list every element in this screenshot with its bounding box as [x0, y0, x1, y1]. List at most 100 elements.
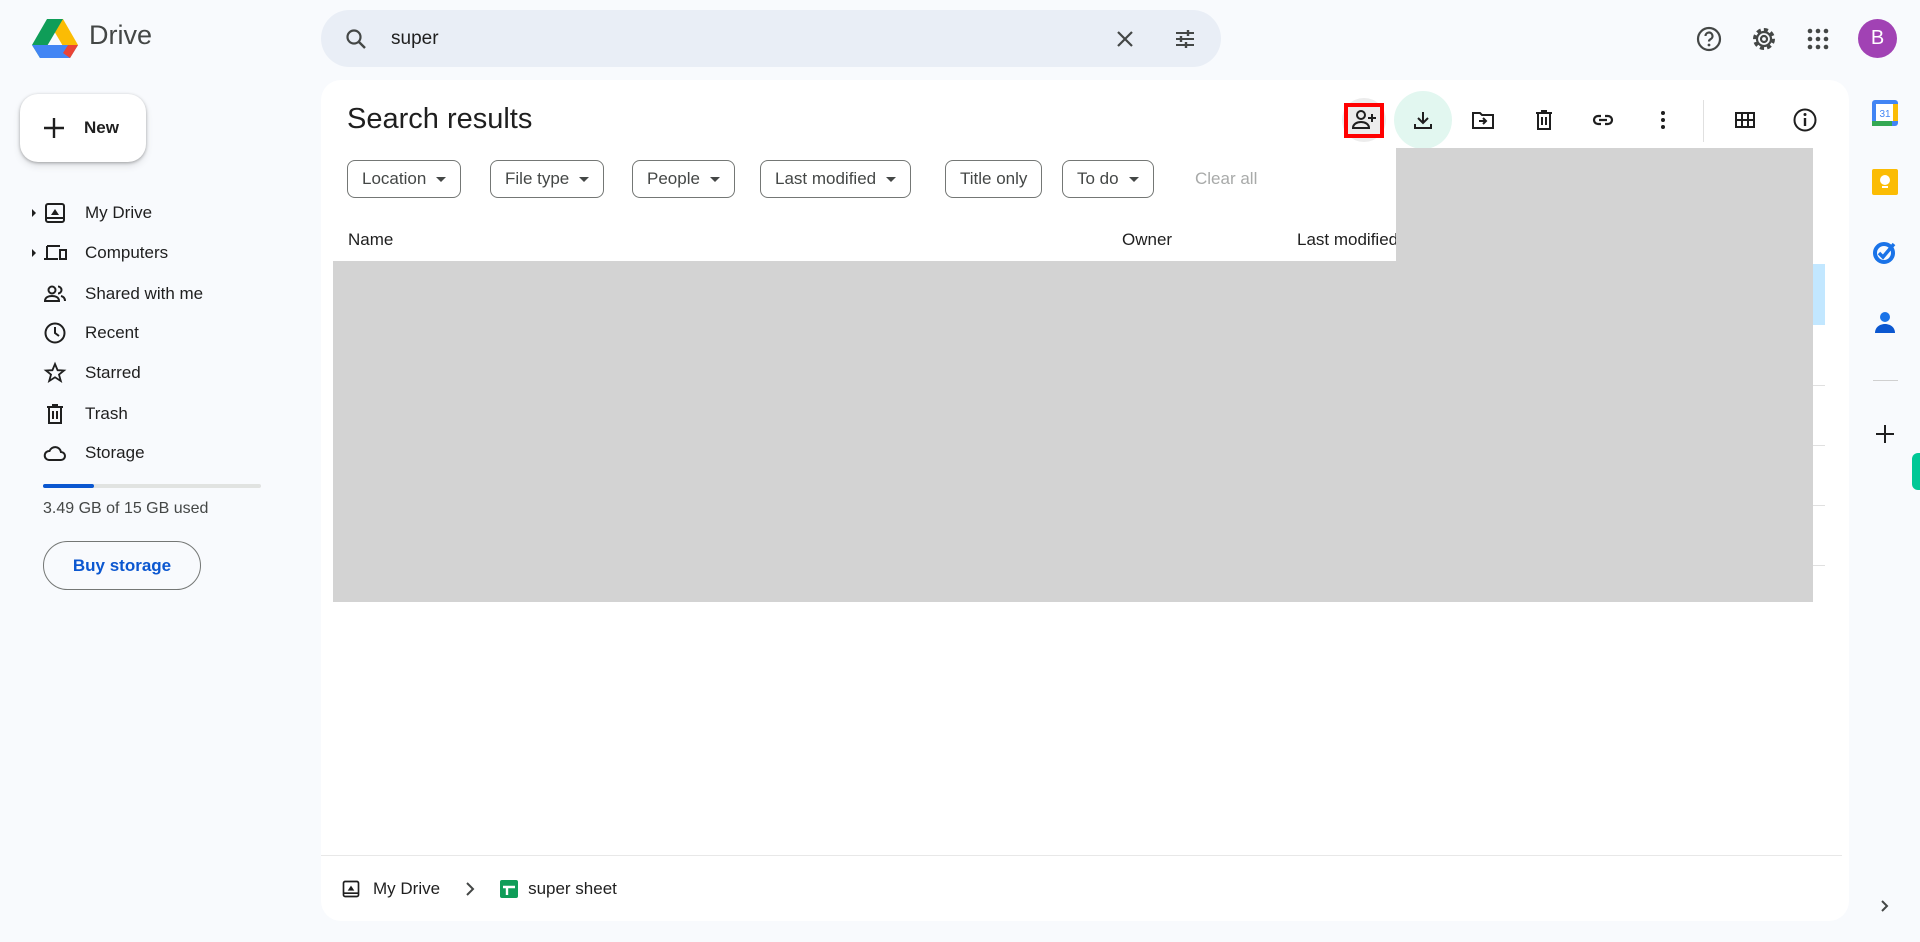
delete-button[interactable]	[1522, 98, 1566, 142]
caret-down-icon	[886, 176, 897, 182]
new-button-label: New	[84, 118, 119, 137]
app-name: Drive	[89, 20, 153, 50]
keep-app[interactable]	[1865, 162, 1905, 202]
column-owner[interactable]: Owner	[1122, 230, 1172, 250]
breadcrumb: My Drive super sheet	[341, 874, 617, 904]
filter-last-modified[interactable]: Last modified	[760, 160, 912, 198]
shared-icon	[43, 285, 66, 302]
trash-icon	[1536, 110, 1552, 130]
storage-bar-fill	[43, 484, 94, 488]
tasks-icon	[1873, 242, 1896, 264]
more-actions-button[interactable]	[1641, 98, 1685, 142]
details-button[interactable]	[1783, 98, 1827, 142]
search-options-icon[interactable]	[1170, 24, 1200, 54]
link-icon	[1592, 114, 1614, 126]
filter-file-type[interactable]: File type	[490, 160, 605, 198]
filter-label: Title only	[960, 169, 1028, 188]
sidebar-item-shared[interactable]: Shared with me	[20, 275, 270, 313]
filter-label: Location	[362, 169, 427, 188]
apps-icon[interactable]	[1800, 21, 1836, 57]
drive-logo-icon	[32, 19, 78, 58]
new-button[interactable]: New	[20, 94, 146, 162]
breadcrumb-file[interactable]: super sheet	[528, 879, 617, 899]
page-title: Search results	[347, 103, 533, 135]
contacts-icon	[1875, 312, 1895, 333]
settings-icon[interactable]	[1746, 21, 1782, 57]
clear-all-button[interactable]: Clear all	[1195, 169, 1257, 189]
download-button[interactable]	[1394, 91, 1452, 149]
plus-icon	[44, 118, 64, 138]
star-icon	[43, 361, 67, 384]
move-button[interactable]	[1461, 98, 1505, 142]
sidebar-item-label: Starred	[85, 363, 141, 382]
expand-arrow-icon[interactable]	[32, 209, 36, 217]
sidebar-item-label: Trash	[85, 404, 128, 423]
redacted-area	[1396, 148, 1813, 262]
expand-arrow-icon[interactable]	[32, 249, 36, 257]
clock-icon	[44, 322, 66, 344]
plus-icon	[1876, 425, 1894, 443]
avatar[interactable]: B	[1858, 19, 1897, 58]
sheets-icon	[500, 880, 519, 898]
tasks-app[interactable]	[1865, 232, 1905, 272]
footer-divider	[321, 855, 1842, 856]
caret-down-icon	[1128, 176, 1139, 182]
calendar-icon: 31	[1872, 100, 1898, 126]
move-to-folder-icon	[1472, 112, 1494, 129]
keep-icon	[1872, 169, 1898, 195]
grid-icon	[1735, 112, 1755, 128]
filter-label: People	[647, 169, 700, 188]
filter-people[interactable]: People	[632, 160, 735, 198]
search-input[interactable]	[391, 10, 991, 67]
grid-view-button[interactable]	[1723, 98, 1767, 142]
drive-logo[interactable]	[32, 17, 78, 59]
filter-label: Last modified	[775, 169, 877, 188]
computers-icon	[44, 245, 67, 260]
my-drive-icon	[342, 880, 360, 898]
info-icon	[1793, 108, 1817, 132]
chevron-right-icon	[466, 882, 475, 896]
column-name[interactable]: Name	[348, 230, 393, 250]
redacted-area	[333, 261, 1813, 602]
copy-link-button[interactable]	[1581, 98, 1625, 142]
buy-storage-button[interactable]: Buy storage	[43, 541, 201, 590]
side-panel-tab[interactable]	[1912, 453, 1920, 490]
filter-label: File type	[505, 169, 570, 188]
share-button[interactable]	[1342, 98, 1386, 142]
sidebar-item-starred[interactable]: Starred	[20, 354, 270, 392]
expand-side-panel-button[interactable]	[1865, 886, 1905, 926]
storage-used-text: 3.49 GB of 15 GB used	[43, 500, 209, 517]
toolbar-divider	[1703, 100, 1704, 142]
svg-text:31: 31	[1879, 109, 1891, 120]
filter-title-only[interactable]: Title only	[945, 160, 1043, 198]
sidebar-item-label: Computers	[85, 243, 169, 262]
get-add-ons-button[interactable]	[1865, 414, 1905, 454]
more-vert-icon	[1661, 111, 1665, 129]
cloud-icon	[43, 446, 66, 461]
my-drive-icon	[45, 203, 65, 223]
sidebar-item-computers[interactable]: Computers	[20, 234, 270, 272]
sidebar-item-recent[interactable]: Recent	[20, 314, 270, 352]
column-last-modified[interactable]: Last modified	[1297, 230, 1398, 250]
sidebar-item-label: Storage	[85, 443, 145, 462]
help-icon[interactable]	[1691, 21, 1727, 57]
breadcrumb-my-drive[interactable]: My Drive	[373, 879, 440, 899]
sidebar-item-label: Shared with me	[85, 284, 204, 303]
storage-bar	[43, 484, 261, 488]
search-bar[interactable]	[321, 10, 1221, 67]
sidebar-item-storage[interactable]: Storage	[20, 434, 270, 472]
contacts-app[interactable]	[1865, 302, 1905, 342]
filter-to-do[interactable]: To do	[1062, 160, 1154, 198]
filter-location[interactable]: Location	[347, 160, 462, 198]
search-icon[interactable]	[341, 24, 371, 54]
rail-divider	[1873, 380, 1898, 381]
chevron-right-icon	[1881, 900, 1889, 912]
filter-label: To do	[1077, 169, 1119, 188]
sidebar-item-my-drive[interactable]: My Drive	[20, 194, 270, 232]
sidebar-item-label: My Drive	[85, 203, 153, 222]
sidebar-item-trash[interactable]: Trash	[20, 395, 270, 433]
caret-down-icon	[709, 176, 720, 182]
caret-down-icon	[579, 176, 590, 182]
calendar-app[interactable]: 31	[1865, 93, 1905, 133]
clear-search-icon[interactable]	[1110, 24, 1140, 54]
